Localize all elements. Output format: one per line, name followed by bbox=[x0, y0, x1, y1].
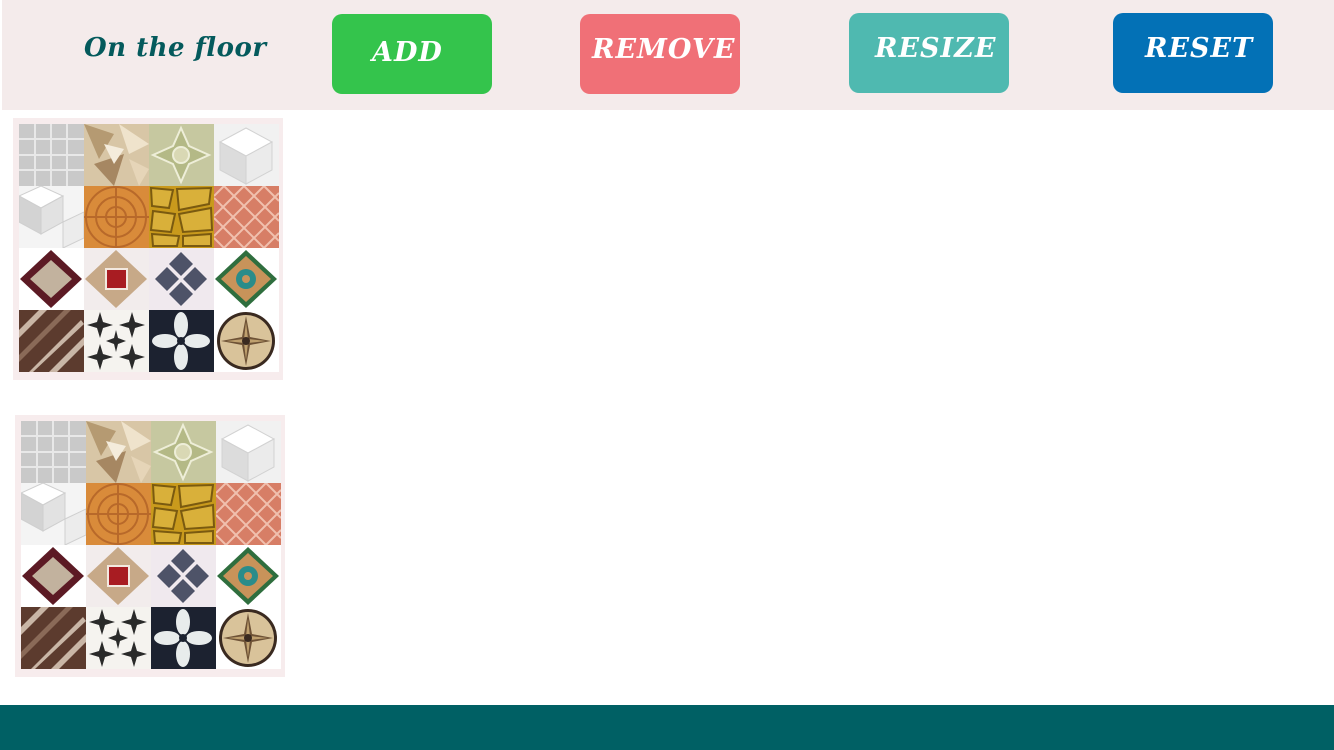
maroon-diamond-tile-image bbox=[19, 248, 84, 310]
beige-marble-mosaic-tile-image bbox=[86, 421, 151, 483]
gold-compass-rose-tile-image bbox=[214, 310, 279, 372]
black-white-quatrefoil-tile[interactable] bbox=[151, 607, 216, 669]
resize-button[interactable]: RESIZE bbox=[849, 13, 1009, 93]
gold-compass-rose-tile[interactable] bbox=[214, 310, 279, 372]
blue-grey-diamond-tile-image bbox=[149, 248, 214, 310]
beige-marble-mosaic-tile[interactable] bbox=[86, 421, 151, 483]
orange-terracotta-fan-tile-image bbox=[84, 186, 149, 248]
toolbar: On the floor ADD REMOVE RESIZE RESET bbox=[2, 0, 1334, 110]
tile-grid bbox=[21, 421, 281, 669]
blue-grey-diamond-tile[interactable] bbox=[149, 248, 214, 310]
beige-marble-mosaic-tile-image bbox=[84, 124, 149, 186]
reset-button-label: RESET bbox=[1145, 33, 1254, 64]
red-brick-herringbone-tile[interactable] bbox=[214, 186, 279, 248]
maroon-diamond-tile[interactable] bbox=[19, 248, 84, 310]
white-marble-cube-tile-2-image bbox=[21, 483, 86, 545]
footer-bar bbox=[0, 705, 1334, 750]
tile-grid bbox=[19, 124, 279, 372]
page-title: On the floor bbox=[84, 33, 267, 63]
green-ornate-medallion-tile-image bbox=[216, 545, 281, 607]
white-marble-cube-tile-2[interactable] bbox=[21, 483, 86, 545]
tile-palette-2 bbox=[15, 415, 285, 677]
yellow-flagstone-tile[interactable] bbox=[151, 483, 216, 545]
blue-grey-diamond-tile[interactable] bbox=[151, 545, 216, 607]
beige-red-square-tile-image bbox=[86, 545, 151, 607]
add-button[interactable]: ADD bbox=[332, 14, 492, 94]
remove-button[interactable]: REMOVE bbox=[580, 14, 740, 94]
grey-grid-tile[interactable] bbox=[19, 124, 84, 186]
maroon-diamond-tile[interactable] bbox=[21, 545, 86, 607]
yellow-flagstone-tile-image bbox=[149, 186, 214, 248]
remove-button-label: REMOVE bbox=[592, 34, 736, 65]
orange-terracotta-fan-tile-image bbox=[86, 483, 151, 545]
orange-terracotta-fan-tile[interactable] bbox=[86, 483, 151, 545]
red-brick-herringbone-tile[interactable] bbox=[216, 483, 281, 545]
grey-grid-tile-image bbox=[19, 124, 84, 186]
add-button-label: ADD bbox=[372, 37, 443, 68]
white-marble-cube-tile-2[interactable] bbox=[19, 186, 84, 248]
beige-red-square-tile-image bbox=[84, 248, 149, 310]
red-brick-herringbone-tile-image bbox=[216, 483, 281, 545]
black-white-star-tile[interactable] bbox=[86, 607, 151, 669]
red-brick-herringbone-tile-image bbox=[214, 186, 279, 248]
green-ornate-medallion-tile[interactable] bbox=[214, 248, 279, 310]
white-marble-cube-tile-image bbox=[214, 124, 279, 186]
green-stone-star-tile[interactable] bbox=[151, 421, 216, 483]
maroon-diamond-tile-image bbox=[21, 545, 86, 607]
tile-palette-1 bbox=[13, 118, 283, 380]
yellow-flagstone-tile-image bbox=[151, 483, 216, 545]
black-white-star-tile-image bbox=[84, 310, 149, 372]
white-marble-cube-tile-2-image bbox=[19, 186, 84, 248]
black-white-star-tile-image bbox=[86, 607, 151, 669]
black-white-star-tile[interactable] bbox=[84, 310, 149, 372]
white-marble-cube-tile-image bbox=[216, 421, 281, 483]
grey-grid-tile[interactable] bbox=[21, 421, 86, 483]
white-marble-cube-tile[interactable] bbox=[216, 421, 281, 483]
black-white-quatrefoil-tile[interactable] bbox=[149, 310, 214, 372]
blue-grey-diamond-tile-image bbox=[151, 545, 216, 607]
black-white-quatrefoil-tile-image bbox=[151, 607, 216, 669]
brown-basketweave-tile-image bbox=[19, 310, 84, 372]
reset-button[interactable]: RESET bbox=[1113, 13, 1273, 93]
gold-compass-rose-tile-image bbox=[216, 607, 281, 669]
brown-basketweave-tile[interactable] bbox=[21, 607, 86, 669]
brown-basketweave-tile-image bbox=[21, 607, 86, 669]
grey-grid-tile-image bbox=[21, 421, 86, 483]
green-ornate-medallion-tile[interactable] bbox=[216, 545, 281, 607]
yellow-flagstone-tile[interactable] bbox=[149, 186, 214, 248]
green-stone-star-tile[interactable] bbox=[149, 124, 214, 186]
gold-compass-rose-tile[interactable] bbox=[216, 607, 281, 669]
green-stone-star-tile-image bbox=[149, 124, 214, 186]
orange-terracotta-fan-tile[interactable] bbox=[84, 186, 149, 248]
beige-marble-mosaic-tile[interactable] bbox=[84, 124, 149, 186]
beige-red-square-tile[interactable] bbox=[86, 545, 151, 607]
beige-red-square-tile[interactable] bbox=[84, 248, 149, 310]
resize-button-label: RESIZE bbox=[875, 33, 997, 64]
brown-basketweave-tile[interactable] bbox=[19, 310, 84, 372]
white-marble-cube-tile[interactable] bbox=[214, 124, 279, 186]
green-ornate-medallion-tile-image bbox=[214, 248, 279, 310]
green-stone-star-tile-image bbox=[151, 421, 216, 483]
black-white-quatrefoil-tile-image bbox=[149, 310, 214, 372]
